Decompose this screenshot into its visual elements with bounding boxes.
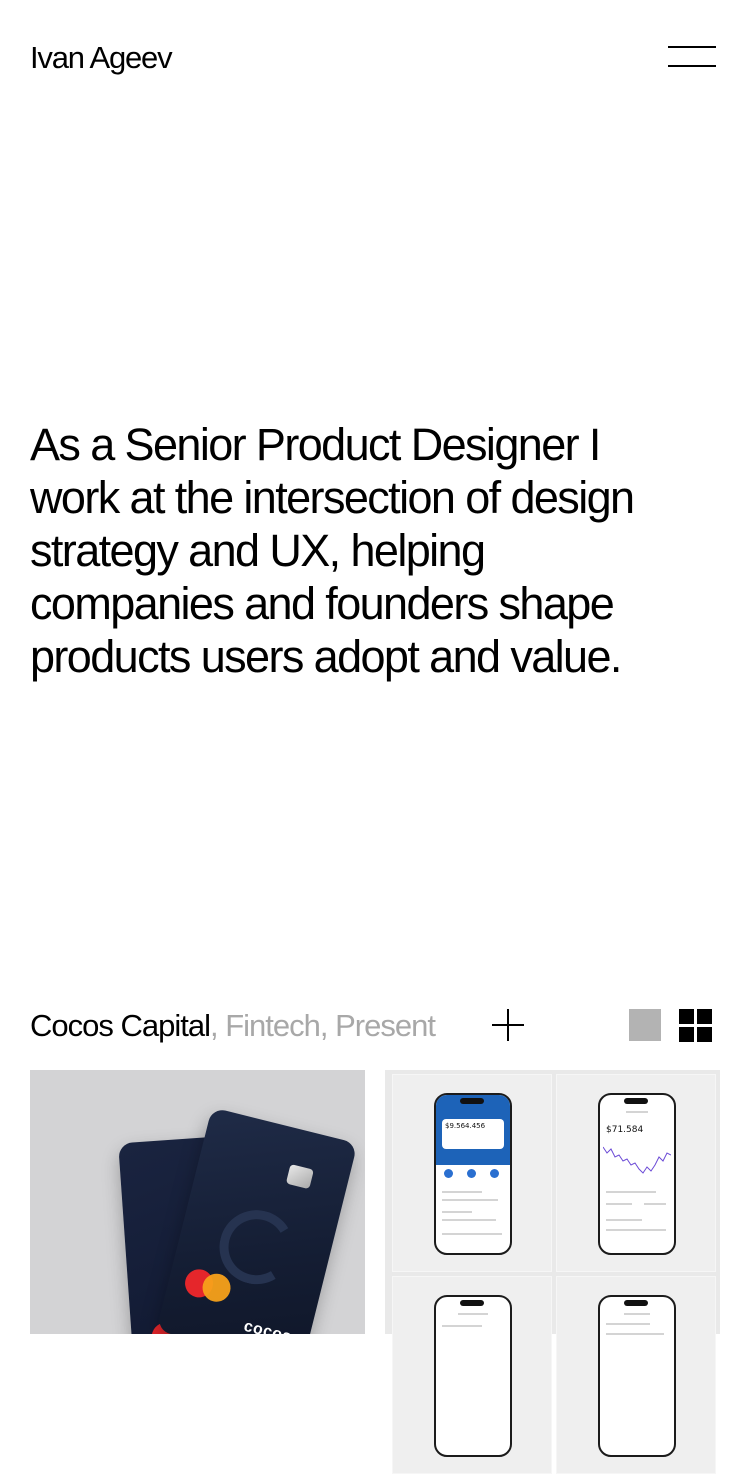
- text-line: [458, 1313, 488, 1315]
- hero-line: companies and founders shape: [30, 578, 615, 629]
- project-period: Present: [335, 1008, 436, 1043]
- project-category: Fintech,: [225, 1008, 328, 1043]
- phone-notch: [624, 1098, 648, 1104]
- hero-line: products users adopt and value.: [30, 631, 622, 682]
- text-line: [606, 1219, 642, 1221]
- text-line: [606, 1229, 666, 1231]
- phone-mockup: [598, 1295, 676, 1457]
- phone-notch: [460, 1098, 484, 1104]
- hamburger-icon: [668, 46, 716, 48]
- action-buttons: [442, 1169, 504, 1179]
- action-dot: [467, 1169, 476, 1178]
- project-separator: [328, 1008, 336, 1043]
- text-line: [606, 1323, 650, 1325]
- text-line: [606, 1333, 664, 1335]
- text-line: [442, 1325, 482, 1327]
- project-image-screens[interactable]: $9.564.456 $71.584: [385, 1070, 720, 1474]
- expand-project-plus-icon[interactable]: [492, 1009, 524, 1041]
- hero-line: strategy and UX, helping: [30, 525, 486, 576]
- app-screen-4: [556, 1276, 716, 1474]
- portfolio-line-chart: [603, 1146, 671, 1174]
- phone-notch: [460, 1300, 484, 1306]
- app-screen-portfolio: $71.584: [556, 1074, 716, 1272]
- card-chip-icon: [285, 1163, 314, 1190]
- project-name[interactable]: Cocos Capital: [30, 1008, 211, 1043]
- text-line: [606, 1191, 656, 1193]
- hamburger-icon-line: [668, 65, 716, 67]
- action-dot: [490, 1169, 499, 1178]
- phone-mockup: $9.564.456: [434, 1093, 512, 1255]
- hero-statement: As a Senior Product Designer I work at t…: [30, 418, 730, 683]
- project-header: Cocos Capital, Fintech, Present: [30, 1004, 720, 1048]
- text-line: [644, 1203, 666, 1205]
- project-image-cards[interactable]: cocos: [30, 1070, 365, 1334]
- text-line: [442, 1199, 498, 1201]
- text-line: [442, 1211, 472, 1213]
- phone-mockup: [434, 1295, 512, 1457]
- hero-line: As a Senior Product Designer I: [30, 419, 601, 470]
- hero-line: work at the intersection of design: [30, 472, 635, 523]
- app-screen-home: $9.564.456: [392, 1074, 552, 1272]
- action-dot: [444, 1169, 453, 1178]
- text-line: [606, 1203, 632, 1205]
- text-line: [624, 1313, 650, 1315]
- menu-button[interactable]: [668, 46, 716, 70]
- balance-card: $9.564.456: [442, 1119, 504, 1149]
- grid-cell: [679, 1027, 694, 1042]
- site-brand[interactable]: Ivan Ageev: [30, 38, 173, 78]
- app-screen-3: [392, 1276, 552, 1474]
- grid-cell: [697, 1009, 712, 1024]
- single-view-icon[interactable]: [629, 1009, 661, 1041]
- phone-mockup: $71.584: [598, 1093, 676, 1255]
- project-separator: ,: [209, 1008, 226, 1043]
- text-line: [442, 1233, 502, 1235]
- grid-view-icon[interactable]: [679, 1009, 712, 1042]
- text-line: [442, 1191, 482, 1193]
- text-line: [626, 1111, 648, 1113]
- phone-notch: [624, 1300, 648, 1306]
- text-line: [442, 1219, 496, 1221]
- card-brand-text: cocos: [242, 1317, 294, 1334]
- portfolio-value: $71.584: [606, 1125, 644, 1135]
- grid-cell: [697, 1027, 712, 1042]
- grid-cell: [679, 1009, 694, 1024]
